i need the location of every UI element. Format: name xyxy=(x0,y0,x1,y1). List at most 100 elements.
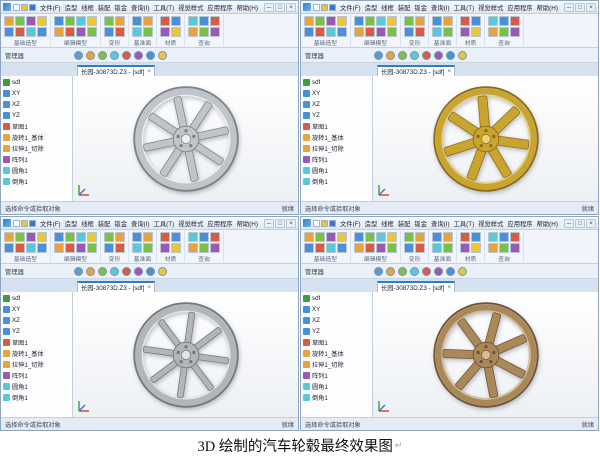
menu-item[interactable]: 应用程序 xyxy=(505,219,534,228)
tree-item[interactable]: 草图1 xyxy=(1,337,72,348)
ribbon-tool-icon[interactable] xyxy=(104,16,114,26)
ribbon-tool-icon[interactable] xyxy=(387,232,397,242)
view-fit-icon[interactable] xyxy=(74,50,83,60)
document-tab[interactable]: 长园-30873D.Z3 - [sdf] × xyxy=(377,281,456,292)
maximize-button[interactable]: □ xyxy=(575,2,585,12)
tree-item[interactable]: XY xyxy=(1,88,72,99)
tree-item[interactable]: XZ xyxy=(301,99,372,110)
ribbon-tool-icon[interactable] xyxy=(87,27,97,37)
view-shade-icon[interactable] xyxy=(446,266,455,276)
menu-item[interactable]: 造型 xyxy=(63,219,80,228)
ribbon-tool-icon[interactable] xyxy=(15,232,25,242)
ribbon-tool-icon[interactable] xyxy=(376,243,386,253)
view-rotate-icon[interactable] xyxy=(86,50,95,60)
ribbon-tool-icon[interactable] xyxy=(315,232,325,242)
menu-item[interactable]: 造型 xyxy=(363,219,380,228)
menu-item[interactable]: 文件(F) xyxy=(338,3,363,12)
wheel-3d-model[interactable] xyxy=(131,84,241,194)
ribbon-tool-icon[interactable] xyxy=(326,27,336,37)
ribbon-tool-icon[interactable] xyxy=(365,27,375,37)
tree-item[interactable]: 圆角1 xyxy=(1,381,72,392)
menu-item[interactable]: 工具(T) xyxy=(452,3,477,12)
ribbon-tool-icon[interactable] xyxy=(326,243,336,253)
view-wireframe-icon[interactable] xyxy=(458,266,467,276)
ribbon-tool-icon[interactable] xyxy=(65,16,75,26)
ribbon-tool-icon[interactable] xyxy=(432,16,442,26)
ribbon-tool-icon[interactable] xyxy=(210,27,220,37)
tree-item[interactable]: YZ xyxy=(1,110,72,121)
open-file-icon[interactable] xyxy=(321,3,328,11)
ribbon-tool-icon[interactable] xyxy=(460,16,470,26)
view-shade-icon[interactable] xyxy=(146,50,155,60)
view-shade-icon[interactable] xyxy=(146,266,155,276)
ribbon-tool-icon[interactable] xyxy=(443,16,453,26)
tree-item[interactable]: 旋转1_基体 xyxy=(301,132,372,143)
ribbon-tool-icon[interactable] xyxy=(4,243,14,253)
ribbon-tool-icon[interactable] xyxy=(304,27,314,37)
view-pan-icon[interactable] xyxy=(98,50,107,60)
ribbon-tool-icon[interactable] xyxy=(160,27,170,37)
tree-item[interactable]: 阵列1 xyxy=(1,154,72,165)
ribbon-tool-icon[interactable] xyxy=(143,16,153,26)
ribbon-tool-icon[interactable] xyxy=(326,16,336,26)
menu-item[interactable]: 线框 xyxy=(379,219,396,228)
new-file-icon[interactable] xyxy=(313,219,320,227)
ribbon-tool-icon[interactable] xyxy=(65,243,75,253)
ribbon-tool-icon[interactable] xyxy=(443,243,453,253)
ribbon-tool-icon[interactable] xyxy=(432,27,442,37)
tree-item[interactable]: 阵列1 xyxy=(301,370,372,381)
ribbon-tool-icon[interactable] xyxy=(143,27,153,37)
view-zoom-icon[interactable] xyxy=(110,50,119,60)
ribbon-tool-icon[interactable] xyxy=(160,243,170,253)
tree-item[interactable]: XY xyxy=(301,304,372,315)
view-rotate-icon[interactable] xyxy=(386,266,395,276)
tab-close-icon[interactable]: × xyxy=(447,284,451,291)
ribbon-tool-icon[interactable] xyxy=(115,243,125,253)
tree-item[interactable]: 拉伸1_切除 xyxy=(1,359,72,370)
ribbon-tool-icon[interactable] xyxy=(37,232,47,242)
menu-item[interactable]: 视觉样式 xyxy=(476,3,505,12)
ribbon-tool-icon[interactable] xyxy=(26,232,36,242)
ribbon-tool-icon[interactable] xyxy=(87,243,97,253)
ribbon-tool-icon[interactable] xyxy=(160,16,170,26)
ribbon-tool-icon[interactable] xyxy=(415,27,425,37)
view-pan-icon[interactable] xyxy=(398,50,407,60)
view-pan-icon[interactable] xyxy=(98,266,107,276)
ribbon-tool-icon[interactable] xyxy=(4,232,14,242)
tree-item[interactable]: sdf xyxy=(1,77,72,88)
ribbon-tool-icon[interactable] xyxy=(404,27,414,37)
save-icon[interactable] xyxy=(329,219,336,227)
menu-item[interactable]: 帮助(H) xyxy=(235,3,260,12)
tree-item[interactable]: 旋转1_基体 xyxy=(1,348,72,359)
menu-item[interactable]: 钣金 xyxy=(112,219,129,228)
view-zoom-icon[interactable] xyxy=(410,266,419,276)
menu-item[interactable]: 应用程序 xyxy=(205,3,234,12)
ribbon-tool-icon[interactable] xyxy=(488,27,498,37)
menu-item[interactable]: 文件(F) xyxy=(38,3,63,12)
ribbon-tool-icon[interactable] xyxy=(404,243,414,253)
menu-item[interactable]: 查询(I) xyxy=(429,3,452,12)
ribbon-tool-icon[interactable] xyxy=(188,16,198,26)
menu-item[interactable]: 造型 xyxy=(63,3,80,12)
ribbon-tool-icon[interactable] xyxy=(37,16,47,26)
ribbon-tool-icon[interactable] xyxy=(115,27,125,37)
tree-item[interactable]: 旋转1_基体 xyxy=(301,348,372,359)
ribbon-tool-icon[interactable] xyxy=(171,16,181,26)
ribbon-tool-icon[interactable] xyxy=(132,27,142,37)
ribbon-tool-icon[interactable] xyxy=(387,16,397,26)
menu-item[interactable]: 装配 xyxy=(96,219,113,228)
view-zoom-icon[interactable] xyxy=(410,50,419,60)
ribbon-tool-icon[interactable] xyxy=(210,232,220,242)
open-file-icon[interactable] xyxy=(21,219,28,227)
document-tab[interactable]: 长园-30873D.Z3 - [sdf] × xyxy=(77,281,156,292)
tree-item[interactable]: XY xyxy=(301,88,372,99)
menu-item[interactable]: 帮助(H) xyxy=(535,3,560,12)
view-wireframe-icon[interactable] xyxy=(158,266,167,276)
tree-item[interactable]: YZ xyxy=(301,110,372,121)
ribbon-tool-icon[interactable] xyxy=(415,232,425,242)
wheel-3d-model[interactable] xyxy=(131,300,241,410)
ribbon-tool-icon[interactable] xyxy=(415,16,425,26)
menu-item[interactable]: 钣金 xyxy=(112,3,129,12)
tree-item[interactable]: 拉伸1_切除 xyxy=(301,143,372,154)
ribbon-tool-icon[interactable] xyxy=(104,232,114,242)
